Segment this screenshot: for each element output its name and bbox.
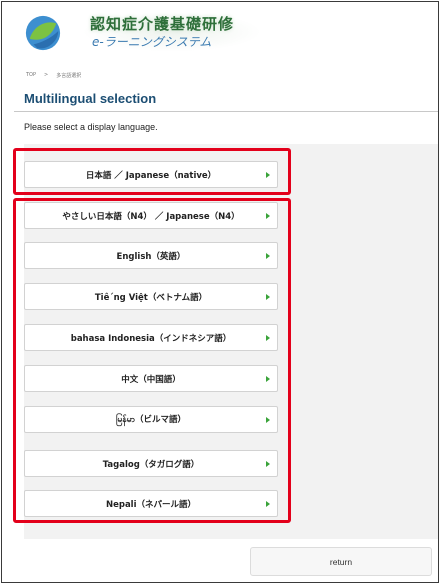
return-button[interactable]: return	[250, 547, 432, 576]
logo-subtitle: e-ラーニングシステム	[92, 35, 212, 49]
breadcrumb-current: 多言語選択	[56, 73, 82, 79]
highlight-box-other-languages	[13, 198, 291, 523]
page-title: Multilingual selection	[24, 91, 157, 106]
highlight-box-native	[13, 148, 291, 195]
breadcrumb-separator: >	[44, 72, 49, 78]
breadcrumb-home-link[interactable]: TOP	[26, 72, 36, 79]
instruction-text: Please select a display language.	[24, 122, 158, 132]
globe-logo-icon	[25, 15, 61, 51]
site-logo[interactable]: 認知症介護基礎研修 e-ラーニングシステム	[24, 12, 262, 56]
title-divider	[14, 111, 438, 112]
logo-title: 認知症介護基礎研修	[90, 15, 235, 33]
breadcrumb: TOP > 多言語選択	[26, 72, 81, 79]
return-button-label: return	[329, 556, 353, 567]
page-frame: 認知症介護基礎研修 e-ラーニングシステム TOP > 多言語選択 Multil…	[1, 1, 439, 583]
